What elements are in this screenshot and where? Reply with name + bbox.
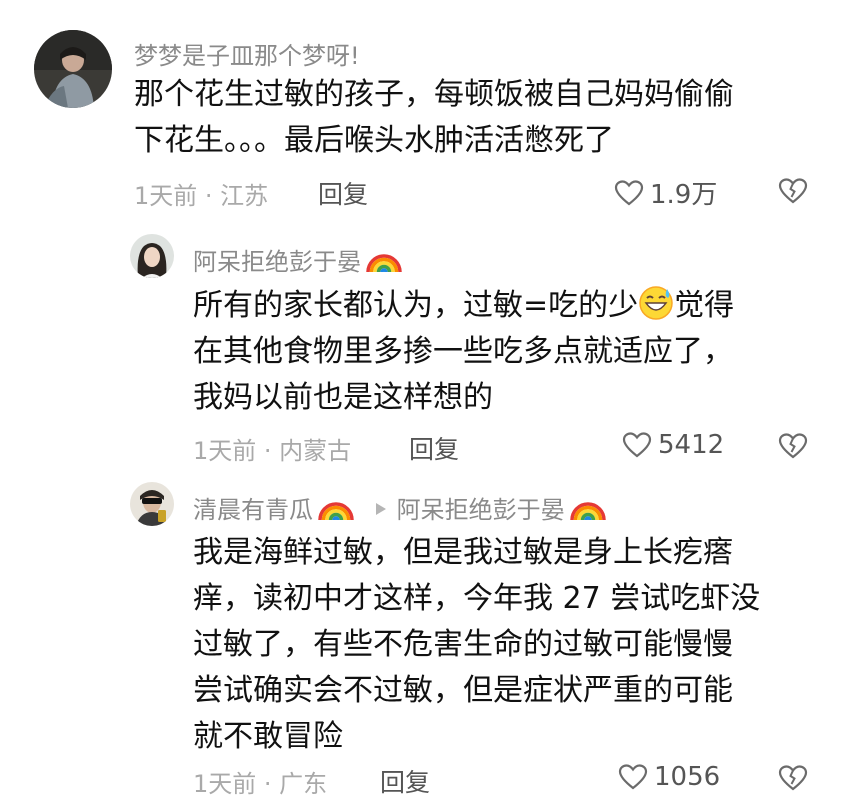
like-button[interactable]: 5412 — [622, 430, 724, 460]
rainbow-icon — [317, 490, 355, 528]
reply-text-line: 尝试确实会不过敏，但是症状严重的可能 — [193, 673, 733, 708]
reply-text-part: 觉得 — [674, 288, 735, 323]
heart-icon — [614, 179, 644, 207]
rainbow-icon — [365, 242, 403, 280]
reply-text-line: 所有的家长都认为，过敏=吃的少 觉得 — [193, 283, 823, 329]
avatar[interactable] — [130, 482, 174, 526]
reply-button[interactable]: 回复 — [380, 763, 430, 799]
like-button[interactable]: 1.9万 — [614, 174, 717, 211]
reply-text-line: 过敏了，有些不危害生命的过敏可能慢慢 — [193, 627, 733, 662]
reply-text-line: 就不敢冒险 — [193, 719, 343, 754]
reply-text-line: 在其他食物里多掺一些吃多点就适应了， — [193, 334, 733, 369]
avatar[interactable] — [34, 30, 112, 108]
comment-text-line: 下花生。。。最后喉头水肿活活憋死了 — [134, 123, 614, 158]
reply-text: 所有的家长都认为，过敏=吃的少 觉得 在其他食物里多掺一些吃多点就适应了， 我妈以… — [193, 283, 823, 421]
like-count: 1.9万 — [650, 180, 718, 210]
reply-meta: 1天前 · 广东 — [193, 770, 328, 798]
reply-username[interactable]: 清晨有青瓜 — [193, 496, 313, 524]
broken-heart-icon[interactable] — [778, 432, 808, 460]
reply-to-username[interactable]: 阿呆拒绝彭于晏 — [397, 496, 565, 524]
reply-username-text: 阿呆拒绝彭于晏 — [193, 248, 361, 276]
grinning-sweat-emoji-icon — [638, 285, 674, 321]
like-button[interactable]: 1056 — [618, 762, 720, 792]
avatar[interactable] — [130, 234, 174, 278]
reply-meta: 1天前 · 内蒙古 — [193, 437, 352, 465]
like-count: 5412 — [658, 430, 725, 460]
like-count: 1056 — [654, 762, 721, 792]
rainbow-icon — [569, 490, 607, 528]
reply-text: 我是海鲜过敏，但是我过敏是身上长疙瘩 痒，读初中才这样，今年我 27 尝试吃虾没… — [193, 530, 823, 760]
heart-icon — [618, 763, 648, 791]
reply-text-line: 我妈以前也是这样想的 — [193, 380, 493, 415]
broken-heart-icon[interactable] — [778, 177, 808, 205]
reply-text-line: 痒，读初中才这样，今年我 27 尝试吃虾没 — [193, 581, 761, 616]
reply-username[interactable]: 阿呆拒绝彭于晏 — [193, 242, 403, 280]
reply-arrow-icon — [375, 502, 387, 516]
broken-heart-icon[interactable] — [778, 764, 808, 792]
comment-text-line: 那个花生过敏的孩子，每顿饭被自己妈妈偷偷 — [134, 77, 734, 112]
reply-text-part: 所有的家长都认为，过敏=吃的少 — [193, 288, 639, 323]
comment-username[interactable]: 梦梦是子皿那个梦呀! — [134, 36, 360, 71]
reply-header: 清晨有青瓜 阿呆拒绝彭于晏 — [193, 490, 607, 528]
reply-text-line: 我是海鲜过敏，但是我过敏是身上长疙瘩 — [193, 535, 733, 570]
reply-button[interactable]: 回复 — [409, 430, 459, 466]
reply-button[interactable]: 回复 — [318, 175, 368, 211]
heart-icon — [622, 431, 652, 459]
comment-meta: 1天前 · 江苏 — [134, 182, 269, 210]
comment-text: 那个花生过敏的孩子，每顿饭被自己妈妈偷偷 下花生。。。最后喉头水肿活活憋死了 — [134, 72, 824, 164]
